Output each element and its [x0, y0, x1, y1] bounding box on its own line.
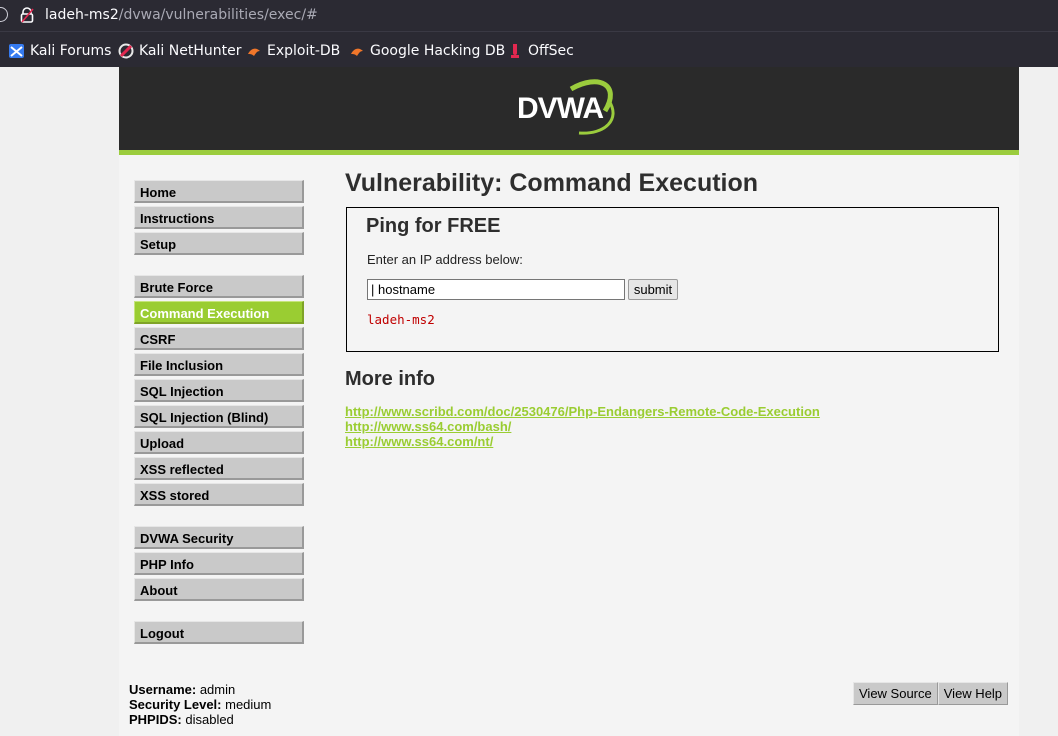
link-ss64-nt[interactable]: http://www.ss64.com/nt/	[345, 434, 820, 449]
menu-item-xss-reflected[interactable]: XSS reflected	[134, 457, 304, 480]
view-source-button[interactable]: View Source	[853, 682, 938, 705]
url-path: /dvwa/vulnerabilities/exec/#	[118, 7, 318, 23]
command-output: ladeh-ms2	[367, 312, 435, 327]
menu-item-csrf[interactable]: CSRF	[134, 327, 304, 350]
kali-nethunter-icon	[118, 43, 134, 59]
security-level-value: medium	[225, 697, 272, 712]
header-accent-bar	[119, 150, 1019, 155]
site-info-icon[interactable]	[0, 7, 8, 22]
link-ss64-bash[interactable]: http://www.ss64.com/bash/	[345, 419, 820, 434]
menu-item-upload[interactable]: Upload	[134, 431, 304, 454]
page-title: Vulnerability: Command Execution	[345, 169, 759, 197]
exploit-db-icon	[246, 43, 262, 59]
bookmark-offsec[interactable]: OffSec	[507, 42, 574, 60]
menu-item-command-execution[interactable]: Command Execution	[134, 301, 304, 324]
more-info-heading: More info	[345, 368, 435, 390]
phpids-label: PHPIDS:	[129, 712, 182, 727]
ip-address-input[interactable]	[367, 279, 625, 300]
bookmark-exploit-db[interactable]: Exploit-DB	[246, 42, 340, 60]
offsec-icon	[507, 43, 523, 59]
bookmark-label: Exploit-DB	[267, 43, 341, 59]
ip-prompt-label: Enter an IP address below:	[367, 252, 523, 267]
security-level-line: Security Level: medium	[129, 697, 271, 712]
bookmarks-bar: Kali Forums Kali NetHunter Exploit-DB Go…	[0, 31, 1058, 67]
ping-form-box: Ping for FREE Enter an IP address below:…	[346, 207, 999, 352]
menu-item-brute-force[interactable]: Brute Force	[134, 275, 304, 298]
menu-item-instructions[interactable]: Instructions	[134, 206, 304, 229]
phpids-line: PHPIDS: disabled	[129, 712, 271, 727]
username-value: admin	[199, 682, 236, 697]
security-level-label: Security Level:	[129, 697, 222, 712]
bookmark-label: Kali Forums	[30, 43, 112, 59]
kali-forums-icon	[9, 43, 25, 59]
bookmark-label: OffSec	[528, 43, 574, 59]
google-hacking-db-icon	[349, 43, 365, 59]
link-scribd-php-endangers[interactable]: http://www.scribd.com/doc/2530476/Php-En…	[345, 404, 820, 419]
url-host: ladeh-ms2	[45, 7, 119, 23]
submit-button[interactable]: submit	[628, 279, 678, 300]
menu-item-home[interactable]: Home	[134, 180, 304, 203]
footer-buttons: View Source View Help	[853, 682, 1009, 705]
phpids-value: disabled	[185, 712, 234, 727]
dvwa-logo: DVWA	[509, 75, 629, 143]
menu-item-sql-injection-blind[interactable]: SQL Injection (Blind)	[134, 405, 304, 428]
ping-heading: Ping for FREE	[366, 215, 501, 237]
bookmark-kali-nethunter[interactable]: Kali NetHunter	[118, 42, 241, 60]
menu-item-logout[interactable]: Logout	[134, 621, 304, 644]
svg-text:DVWA: DVWA	[517, 92, 603, 125]
browser-url-bar: ladeh-ms2/dvwa/vulnerabilities/exec/#	[0, 0, 1058, 31]
username-label: Username:	[129, 682, 197, 697]
view-help-button[interactable]: View Help	[937, 682, 1009, 705]
menu-item-setup[interactable]: Setup	[134, 232, 304, 255]
menu-item-sql-injection[interactable]: SQL Injection	[134, 379, 304, 402]
menu-item-xss-stored[interactable]: XSS stored	[134, 483, 304, 506]
menu-item-dvwa-security[interactable]: DVWA Security	[134, 526, 304, 549]
lock-icon[interactable]	[20, 7, 34, 23]
bookmark-kali-forums[interactable]: Kali Forums	[9, 42, 111, 60]
more-info-links: http://www.scribd.com/doc/2530476/Php-En…	[345, 404, 820, 449]
bookmark-google-hacking-db[interactable]: Google Hacking DB	[349, 42, 505, 60]
menu-item-file-inclusion[interactable]: File Inclusion	[134, 353, 304, 376]
bookmark-label: Google Hacking DB	[370, 43, 506, 59]
menu-item-php-info[interactable]: PHP Info	[134, 552, 304, 575]
session-info: Username: admin Security Level: medium P…	[129, 682, 271, 727]
dvwa-page: DVWA Home Instructions Setup Brute Force…	[119, 67, 1019, 736]
page-header: DVWA	[119, 67, 1019, 155]
menu-item-about[interactable]: About	[134, 578, 304, 601]
username-line: Username: admin	[129, 682, 271, 697]
url-field[interactable]: ladeh-ms2/dvwa/vulnerabilities/exec/#	[45, 7, 318, 23]
main-content: Vulnerability: Command Execution Ping fo…	[345, 168, 1000, 449]
bookmark-label: Kali NetHunter	[139, 43, 242, 59]
